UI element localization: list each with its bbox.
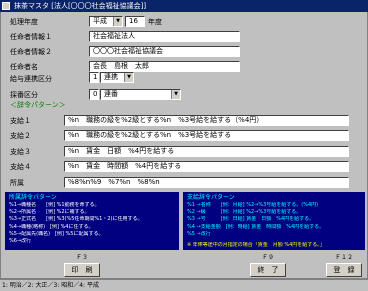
appointer-name-label: 任命者名 xyxy=(10,63,38,71)
panel-line: %3 →号 [例：日給] 賃金 日額 %4円を給する。 xyxy=(187,216,315,223)
phrase-row-input[interactable]: %n 賃金 日額 %4円を給する xyxy=(64,146,349,157)
hiring-code-value: 0 xyxy=(93,90,98,98)
panel-line: %1 →名称 [例：月給] %2→%3号給を給する。(%4円) xyxy=(187,202,319,208)
panel-line: %4 →支給金額 [例：時給] 賃金 時間額 %4円を給する。 xyxy=(187,223,325,230)
exit-button[interactable]: 終 了 xyxy=(250,263,286,277)
f9-key-label: Ｆ９ xyxy=(261,254,274,261)
register-button-label: 登 録 xyxy=(333,266,355,274)
phrase-row-input[interactable]: %n 賃金 時間額 %4円を給する xyxy=(64,161,349,172)
panel-line: %1→職種名 [例] %1勤務を命ずる。 xyxy=(9,202,100,208)
panel-line: %5 →改行 xyxy=(187,230,211,237)
era-value: 平成 xyxy=(93,17,107,25)
phrase-row-label: 支給２ xyxy=(10,132,31,140)
register-button[interactable]: 登 録 xyxy=(326,263,362,277)
phrase-row-input[interactable]: %n 職務の級を%2級とする%n %3号給を給する（%4円） xyxy=(64,115,349,126)
appointer-info-1-value: 社会福祉法人 xyxy=(93,32,135,40)
status-bar: 1: 明治／2: 大正／3: 昭和／4: 平成 xyxy=(0,279,368,291)
phrase-row-label: 支給４ xyxy=(10,163,31,171)
appointer-name-value: 会長 島根 太郎 xyxy=(93,62,149,70)
panel-line: %5→配属先(職名) [例] %5に配属する。 xyxy=(9,230,104,237)
payment-pattern-help-panel: 支給辞令パターン %1 →名称 [例：月給] %2→%3号給を給する。(%4円)… xyxy=(183,192,365,250)
main-form: 処理年度 平成 ▼ 16 年度 任命者情報１ 社会福祉法人 任命者情報２ 〇〇〇… xyxy=(0,12,368,279)
app-icon[interactable] xyxy=(2,2,10,10)
panel-line: %2 →級 [例：月給] %2→%3号給を給する。 xyxy=(187,209,302,216)
hiring-type-label: 採番区分 xyxy=(10,91,38,99)
year-suffix-label: 年度 xyxy=(148,18,162,26)
fiscal-year-label: 処理年度 xyxy=(10,18,38,26)
appointer-info-2-label: 任命者情報２ xyxy=(10,48,52,56)
window-title: 抹茶マスタ [法人[〇〇〇社会福祉協議会]] xyxy=(14,2,147,10)
hiring-code-input[interactable]: 0 xyxy=(89,89,99,100)
appointer-info-1-label: 任命者情報１ xyxy=(10,33,52,41)
chevron-down-icon[interactable]: ▼ xyxy=(124,73,133,82)
chevron-down-icon[interactable]: ▼ xyxy=(171,90,180,99)
panel-line: %4→職種(略称) [例] %4に任する。 xyxy=(9,223,94,230)
salary-order-type-label: 給与連携区分 xyxy=(10,75,52,83)
phrase-section-title: ＜辞令パターン＞ xyxy=(10,101,66,109)
phrase-row-label: 支給３ xyxy=(10,148,31,156)
f3-key-label: Ｆ３ xyxy=(75,254,88,261)
exit-button-label: 終 了 xyxy=(257,266,279,274)
phrase-row-input[interactable]: %n 職務の級を%2級とする%n %3号給を給する xyxy=(64,130,349,141)
print-button-label: 印 刷 xyxy=(71,266,93,274)
assignment-pattern-help-panel: 所属辞令パターン %1→職種名 [例] %1勤務を命ずる。 %2→所属名 [例]… xyxy=(5,192,179,250)
panel-line: %6→改行 xyxy=(9,238,32,245)
panel-line: %3→正式名 [例] %3(%5任命期間%1・2)に任用する。 xyxy=(9,216,143,223)
f12-key-label: Ｆ１２ xyxy=(334,254,353,261)
phrase-row-value: %n 職務の級を%2級とする%n %3号給を給する xyxy=(68,131,232,139)
appointer-info-2-input[interactable]: 〇〇〇社会福祉協議会 xyxy=(89,46,240,57)
chevron-down-icon[interactable]: ▼ xyxy=(113,17,122,26)
panel-line: %2→所属名 [例] %2に補する。 xyxy=(9,209,90,216)
salary-order-code-value: 1 xyxy=(93,73,98,81)
hiring-type-value: 連番 xyxy=(104,90,118,98)
title-bar: 抹茶マスタ [法人[〇〇〇社会福祉協議会]] xyxy=(0,0,368,12)
appointer-info-1-input[interactable]: 社会福祉法人 xyxy=(89,31,240,42)
year-input[interactable]: 16 xyxy=(125,16,145,27)
phrase-row-value: %n 職務の級を%2級とする%n %3号給を給する（%4円） xyxy=(68,116,264,124)
phrase-row-label: 所属 xyxy=(10,179,24,187)
phrase-row-label: 支給１ xyxy=(10,117,31,125)
phrase-row-value: %n 賃金 時間額 %4円を給する xyxy=(68,162,182,170)
salary-order-type-value: 連携 xyxy=(104,73,118,81)
print-button[interactable]: 印 刷 xyxy=(64,263,100,277)
year-value: 16 xyxy=(129,17,138,25)
hiring-type-select[interactable]: 連番 ▼ xyxy=(100,89,181,100)
era-select[interactable]: 平成 ▼ xyxy=(89,16,123,27)
phrase-row-input[interactable]: %8%n%9 %7%n %8%n xyxy=(64,177,349,188)
panel-note: ※ 年俸等途中の月指定の場合「賃金 月額 %4円を給する。」 xyxy=(187,242,325,249)
appointer-name-input[interactable]: 会長 島根 太郎 xyxy=(89,61,240,72)
salary-order-type-select[interactable]: 連携 ▼ xyxy=(100,72,134,83)
status-text: 1: 明治／2: 大正／3: 昭和／4: 平成 xyxy=(2,282,99,289)
panel-title: 支給辞令パターン xyxy=(187,194,235,201)
phrase-row-value: %n 賃金 日額 %4円を給する xyxy=(68,147,175,155)
panel-title: 所属辞令パターン xyxy=(9,194,57,201)
salary-order-code-input[interactable]: 1 xyxy=(89,72,99,83)
phrase-row-value: %8%n%9 %7%n %8%n xyxy=(68,178,160,186)
appointer-info-2-value: 〇〇〇社会福祉協議会 xyxy=(93,47,163,55)
